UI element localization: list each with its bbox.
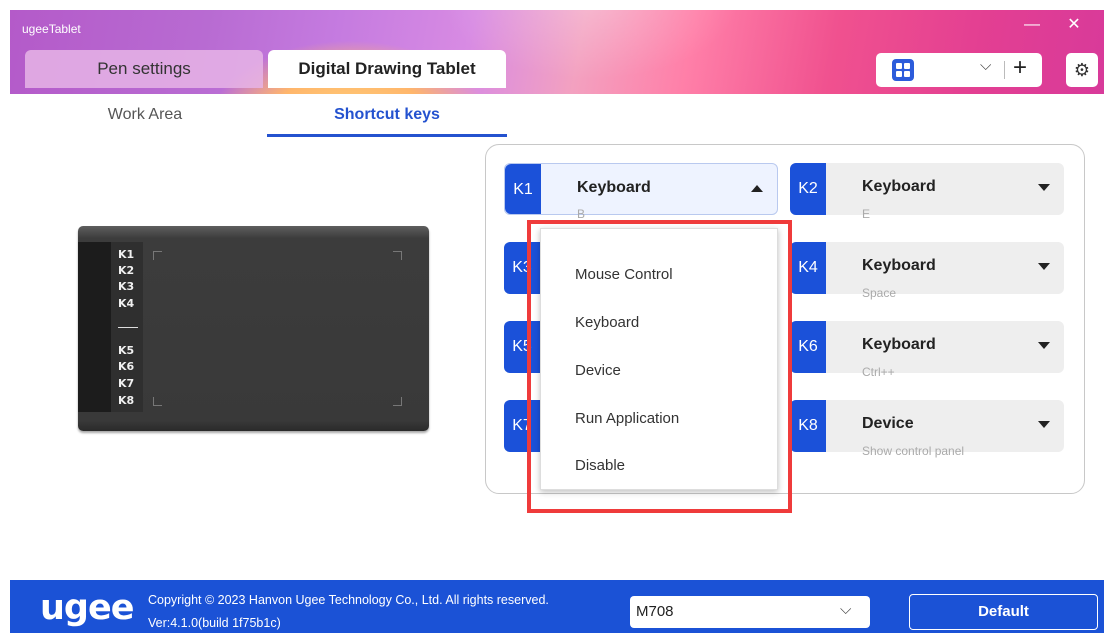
close-button[interactable]: ✕	[1063, 14, 1085, 36]
key-badge: K1	[505, 164, 541, 214]
shortcut-key-k6[interactable]: K6 Keyboard Ctrl++	[790, 321, 1064, 379]
header: ugeeTablet — ✕ Pen settings Digital Draw…	[10, 10, 1104, 94]
settings-button[interactable]: ⚙	[1066, 53, 1098, 87]
model-value: M708	[636, 603, 674, 620]
key-value: Space	[862, 286, 897, 300]
grid-icon	[892, 59, 914, 81]
shortcut-key-k8[interactable]: K8 Device Show control panel	[790, 400, 1064, 458]
chevron-down-icon[interactable]	[1038, 342, 1050, 349]
add-device-button[interactable]: +	[1013, 54, 1027, 82]
active-subtab-indicator	[267, 134, 507, 137]
key-value: B	[577, 207, 586, 221]
key-badge: K2	[790, 163, 826, 215]
work-area-corner	[153, 251, 162, 260]
tablet-key-label: K5	[118, 344, 135, 357]
shortcut-key-k2[interactable]: K2 Keyboard E	[790, 163, 1064, 221]
divider	[1004, 61, 1005, 79]
tablet-key-label: K3	[118, 280, 135, 293]
tablet-key-label: K6	[118, 360, 135, 373]
shortcut-key-k4[interactable]: K4 Keyboard Space	[790, 242, 1064, 300]
tablet-image: K1 K2 K3 K4 K5 K6 K7 K8	[78, 226, 429, 431]
shortcut-key-k1[interactable]: K1 Keyboard B	[504, 163, 778, 221]
work-area-corner	[393, 397, 402, 406]
key-value: Show control panel	[862, 444, 965, 458]
work-area-corner	[153, 397, 162, 406]
default-button[interactable]: Default	[909, 594, 1098, 630]
tab-pen-settings[interactable]: Pen settings	[25, 50, 263, 88]
app-window: ugeeTablet — ✕ Pen settings Digital Draw…	[10, 10, 1104, 633]
tablet-key-label: K8	[118, 394, 135, 407]
chevron-down-icon[interactable]	[1038, 263, 1050, 270]
copyright-text: Copyright © 2023 Hanvon Ugee Technology …	[148, 593, 549, 607]
key-value: Ctrl++	[862, 365, 895, 379]
key-type: Keyboard	[577, 179, 651, 196]
highlight-box	[527, 220, 792, 513]
key-value: E	[862, 207, 871, 221]
version-text: Ver:4.1.0(build 1f75b1c)	[148, 616, 281, 630]
device-selector[interactable]: ⌵ +	[876, 53, 1042, 87]
footer: ugee Copyright © 2023 Hanvon Ugee Techno…	[10, 580, 1104, 633]
key-type: Device	[862, 415, 914, 432]
tablet-key-divider	[118, 327, 138, 328]
tablet-key-label: K1	[118, 248, 135, 261]
subtab-shortcut-keys[interactable]: Shortcut keys	[267, 106, 507, 132]
gear-icon: ⚙	[1073, 60, 1091, 80]
key-badge: K8	[790, 400, 826, 452]
chevron-down-icon[interactable]	[1038, 421, 1050, 428]
tablet-key-label: K7	[118, 377, 135, 390]
tablet-key-label: K2	[118, 264, 135, 277]
ugee-logo: ugee	[40, 588, 134, 628]
minimize-button[interactable]: —	[1021, 14, 1043, 36]
key-badge: K4	[790, 242, 826, 294]
tab-digital-drawing-tablet[interactable]: Digital Drawing Tablet	[268, 50, 506, 88]
chevron-down-icon: ⌵	[840, 601, 852, 618]
tablet-side-strip	[78, 242, 111, 412]
app-title: ugeeTablet	[22, 22, 81, 36]
key-type: Keyboard	[862, 336, 936, 353]
work-area-corner	[393, 251, 402, 260]
subtab-work-area[interactable]: Work Area	[70, 106, 220, 132]
chevron-down-icon[interactable]	[1038, 184, 1050, 191]
key-badge: K6	[790, 321, 826, 373]
chevron-down-icon[interactable]: ⌵	[980, 57, 991, 74]
key-type: Keyboard	[862, 257, 936, 274]
model-select[interactable]: M708 ⌵	[630, 596, 870, 628]
chevron-up-icon[interactable]	[751, 185, 763, 192]
key-type: Keyboard	[862, 178, 936, 195]
tablet-key-label: K4	[118, 297, 135, 310]
